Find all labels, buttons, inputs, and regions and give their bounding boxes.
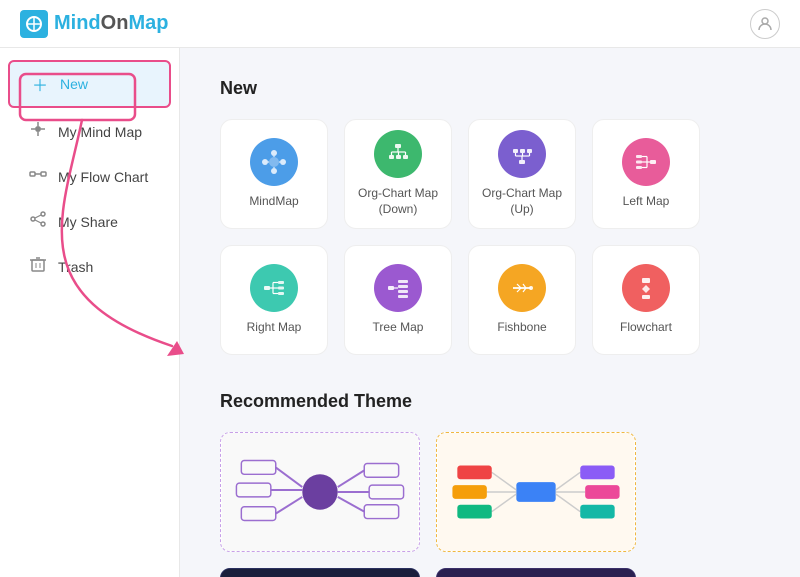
sidebar: ＋ New My Mind Map My Flow Chart My Share <box>0 48 180 577</box>
org-down-circle-icon <box>374 130 422 178</box>
logo-icon <box>20 10 48 38</box>
sidebar-item-new-label: New <box>60 76 88 92</box>
sidebar-item-my-mind-map[interactable]: My Mind Map <box>8 110 171 153</box>
plus-icon: ＋ <box>30 72 50 96</box>
map-card-org-down[interactable]: Org-Chart Map(Down) <box>344 119 452 229</box>
mindmap-circle-icon <box>250 138 298 186</box>
theme-card-1[interactable] <box>220 432 420 552</box>
fishbone-circle-icon <box>498 264 546 312</box>
org-down-label: Org-Chart Map(Down) <box>358 186 438 217</box>
logo: MindOnMap <box>20 10 168 38</box>
sidebar-item-flow-chart[interactable]: My Flow Chart <box>8 155 171 198</box>
sidebar-item-flowchart-label: My Flow Chart <box>58 169 148 185</box>
app-layout: ＋ New My Mind Map My Flow Chart My Share <box>0 48 800 577</box>
sidebar-item-my-share[interactable]: My Share <box>8 200 171 243</box>
org-up-circle-icon <box>498 130 546 178</box>
new-section-title: New <box>220 78 760 99</box>
map-card-left-map[interactable]: Left Map <box>592 119 700 229</box>
user-avatar-button[interactable] <box>750 9 780 39</box>
mindmap-icon <box>28 120 48 143</box>
trash-icon <box>28 255 48 278</box>
theme-card-3[interactable] <box>220 568 420 577</box>
map-card-mindmap[interactable]: MindMap <box>220 119 328 229</box>
header: MindOnMap <box>0 0 800 48</box>
flowchart-label: Flowchart <box>620 320 672 336</box>
mindmap-label: MindMap <box>249 194 298 210</box>
map-card-org-up[interactable]: Org-Chart Map (Up) <box>468 119 576 229</box>
theme-card-4[interactable] <box>436 568 636 577</box>
flowchart-icon <box>28 165 48 188</box>
sidebar-item-new[interactable]: ＋ New <box>8 60 171 108</box>
org-up-label: Org-Chart Map (Up) <box>469 186 575 217</box>
logo-text: MindOnMap <box>54 12 168 35</box>
right-map-label: Right Map <box>247 320 302 336</box>
theme-card-2[interactable] <box>436 432 636 552</box>
main-content: New MindMap Org-Chart Map(Down) <box>180 48 800 577</box>
theme-grid <box>220 432 760 577</box>
right-map-circle-icon <box>250 264 298 312</box>
tree-map-circle-icon <box>374 264 422 312</box>
sidebar-item-share-label: My Share <box>58 214 118 230</box>
map-card-flowchart[interactable]: Flowchart <box>592 245 700 355</box>
sidebar-item-trash[interactable]: Trash <box>8 245 171 288</box>
tree-map-label: Tree Map <box>373 320 424 336</box>
share-icon <box>28 210 48 233</box>
left-map-label: Left Map <box>623 194 670 210</box>
map-type-grid: MindMap Org-Chart Map(Down) Org-Chart Ma… <box>220 119 760 355</box>
recommended-section-title: Recommended Theme <box>220 391 760 412</box>
map-card-fishbone[interactable]: Fishbone <box>468 245 576 355</box>
fishbone-label: Fishbone <box>497 320 546 336</box>
sidebar-item-trash-label: Trash <box>58 259 93 275</box>
sidebar-item-mindmap-label: My Mind Map <box>58 124 142 140</box>
map-card-right-map[interactable]: Right Map <box>220 245 328 355</box>
map-card-tree-map[interactable]: Tree Map <box>344 245 452 355</box>
flowchart-circle-icon <box>622 264 670 312</box>
left-map-circle-icon <box>622 138 670 186</box>
